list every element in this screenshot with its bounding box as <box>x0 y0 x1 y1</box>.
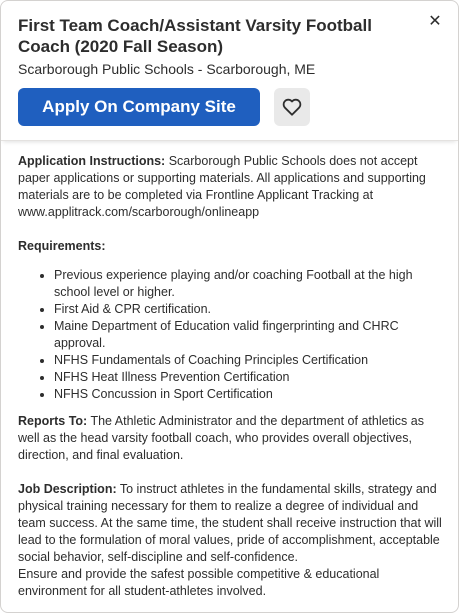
list-item: Previous experience playing and/or coach… <box>54 267 442 301</box>
reports-heading: Reports To: <box>18 414 88 428</box>
instructions-heading: Application Instructions: <box>18 154 166 168</box>
job-description-heading: Job Description: <box>18 482 117 496</box>
close-icon[interactable]: ✕ <box>426 13 444 31</box>
list-item: NFHS Heat Illness Prevention Certificati… <box>54 369 442 386</box>
job-description-text-2: Ensure and provide the safest possible c… <box>18 567 380 598</box>
list-item: Maine Department of Education valid fing… <box>54 318 442 352</box>
list-item: NFHS Concussion in Sport Certification <box>54 386 442 403</box>
job-header: ✕ First Team Coach/Assistant Varsity Foo… <box>1 1 458 141</box>
requirements-list: Previous experience playing and/or coach… <box>18 267 442 403</box>
requirements-section: Requirements: <box>18 238 442 255</box>
job-description-section: Job Description: To instruct athletes in… <box>18 481 442 566</box>
save-job-button[interactable] <box>274 88 310 126</box>
application-instructions: Application Instructions: Scarborough Pu… <box>18 153 442 221</box>
list-item: First Aid & CPR certification. <box>54 301 442 318</box>
company-location: Scarborough Public Schools - Scarborough… <box>18 61 316 77</box>
list-item: NFHS Fundamentals of Coaching Principles… <box>54 352 442 369</box>
job-description: Application Instructions: Scarborough Pu… <box>1 141 458 611</box>
job-actions: Apply On Company Site <box>18 88 442 126</box>
job-title: First Team Coach/Assistant Varsity Footb… <box>18 16 372 56</box>
reports-to: Reports To: The Athletic Administrator a… <box>18 413 442 464</box>
heart-icon <box>282 98 302 116</box>
requirements-heading: Requirements: <box>18 239 106 253</box>
job-details-panel: ✕ First Team Coach/Assistant Varsity Foo… <box>0 0 459 613</box>
apply-button[interactable]: Apply On Company Site <box>18 88 260 126</box>
